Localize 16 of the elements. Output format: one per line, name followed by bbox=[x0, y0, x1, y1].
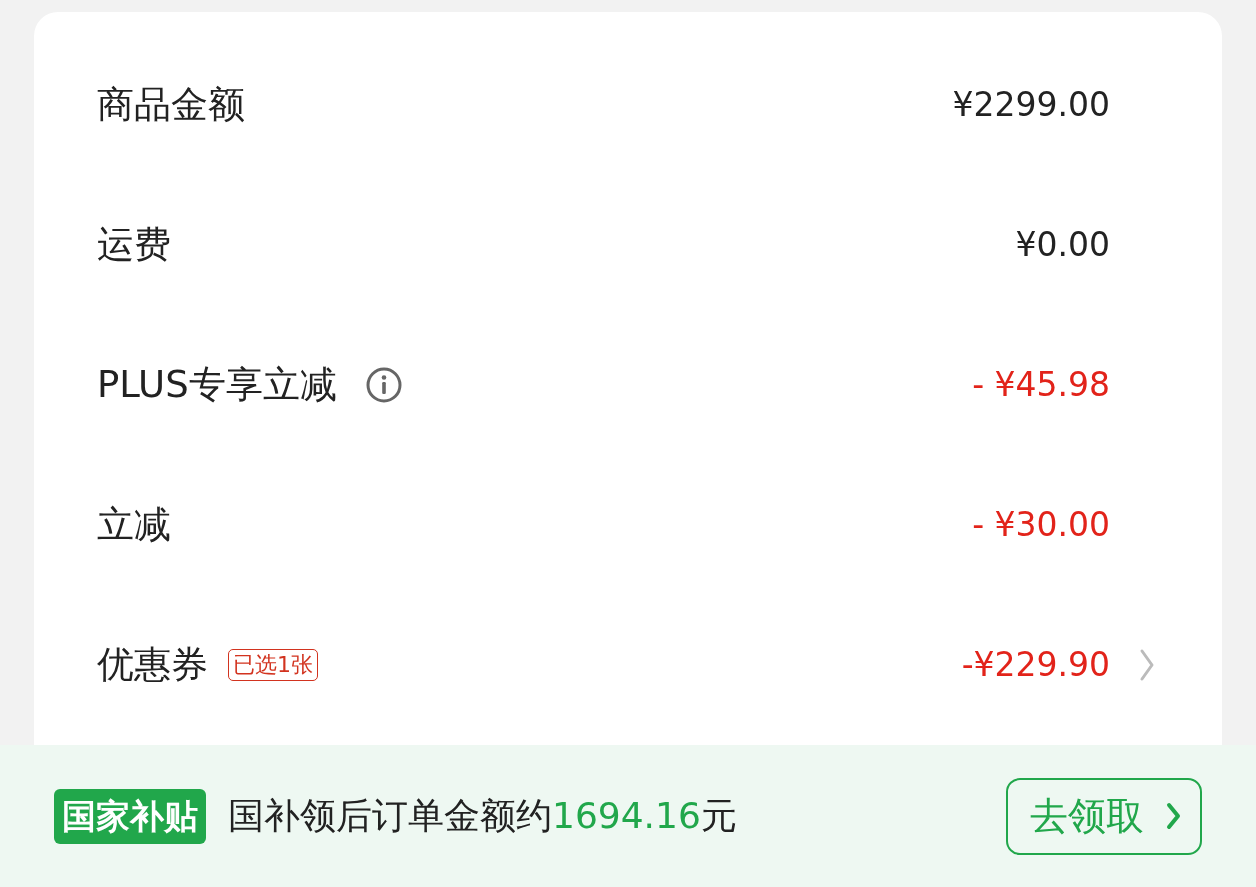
info-icon[interactable] bbox=[364, 366, 403, 404]
row-label: 商品金额 bbox=[97, 82, 245, 129]
chevron-right-icon bbox=[1166, 802, 1182, 830]
row-label: 优惠券 bbox=[97, 642, 208, 689]
claim-button[interactable]: 去领取 bbox=[1006, 777, 1202, 855]
amount-value: ¥0.00 bbox=[1015, 224, 1110, 267]
selected-tag: 已选1张 bbox=[228, 648, 318, 682]
amount-value: -¥229.90 bbox=[961, 644, 1110, 687]
subsidy-badge: 国家补贴 bbox=[54, 788, 206, 844]
row-label: 运费 bbox=[97, 222, 171, 269]
amount-value: - ¥45.98 bbox=[972, 364, 1110, 407]
row-label: 立减 bbox=[97, 502, 171, 549]
row-label: PLUS专享立减 bbox=[97, 362, 337, 409]
amount-value: ¥2299.00 bbox=[952, 84, 1110, 127]
subsidy-text: 国补领后订单金额约1694.16元 bbox=[228, 794, 737, 838]
amount-value: - ¥30.00 bbox=[972, 504, 1110, 547]
